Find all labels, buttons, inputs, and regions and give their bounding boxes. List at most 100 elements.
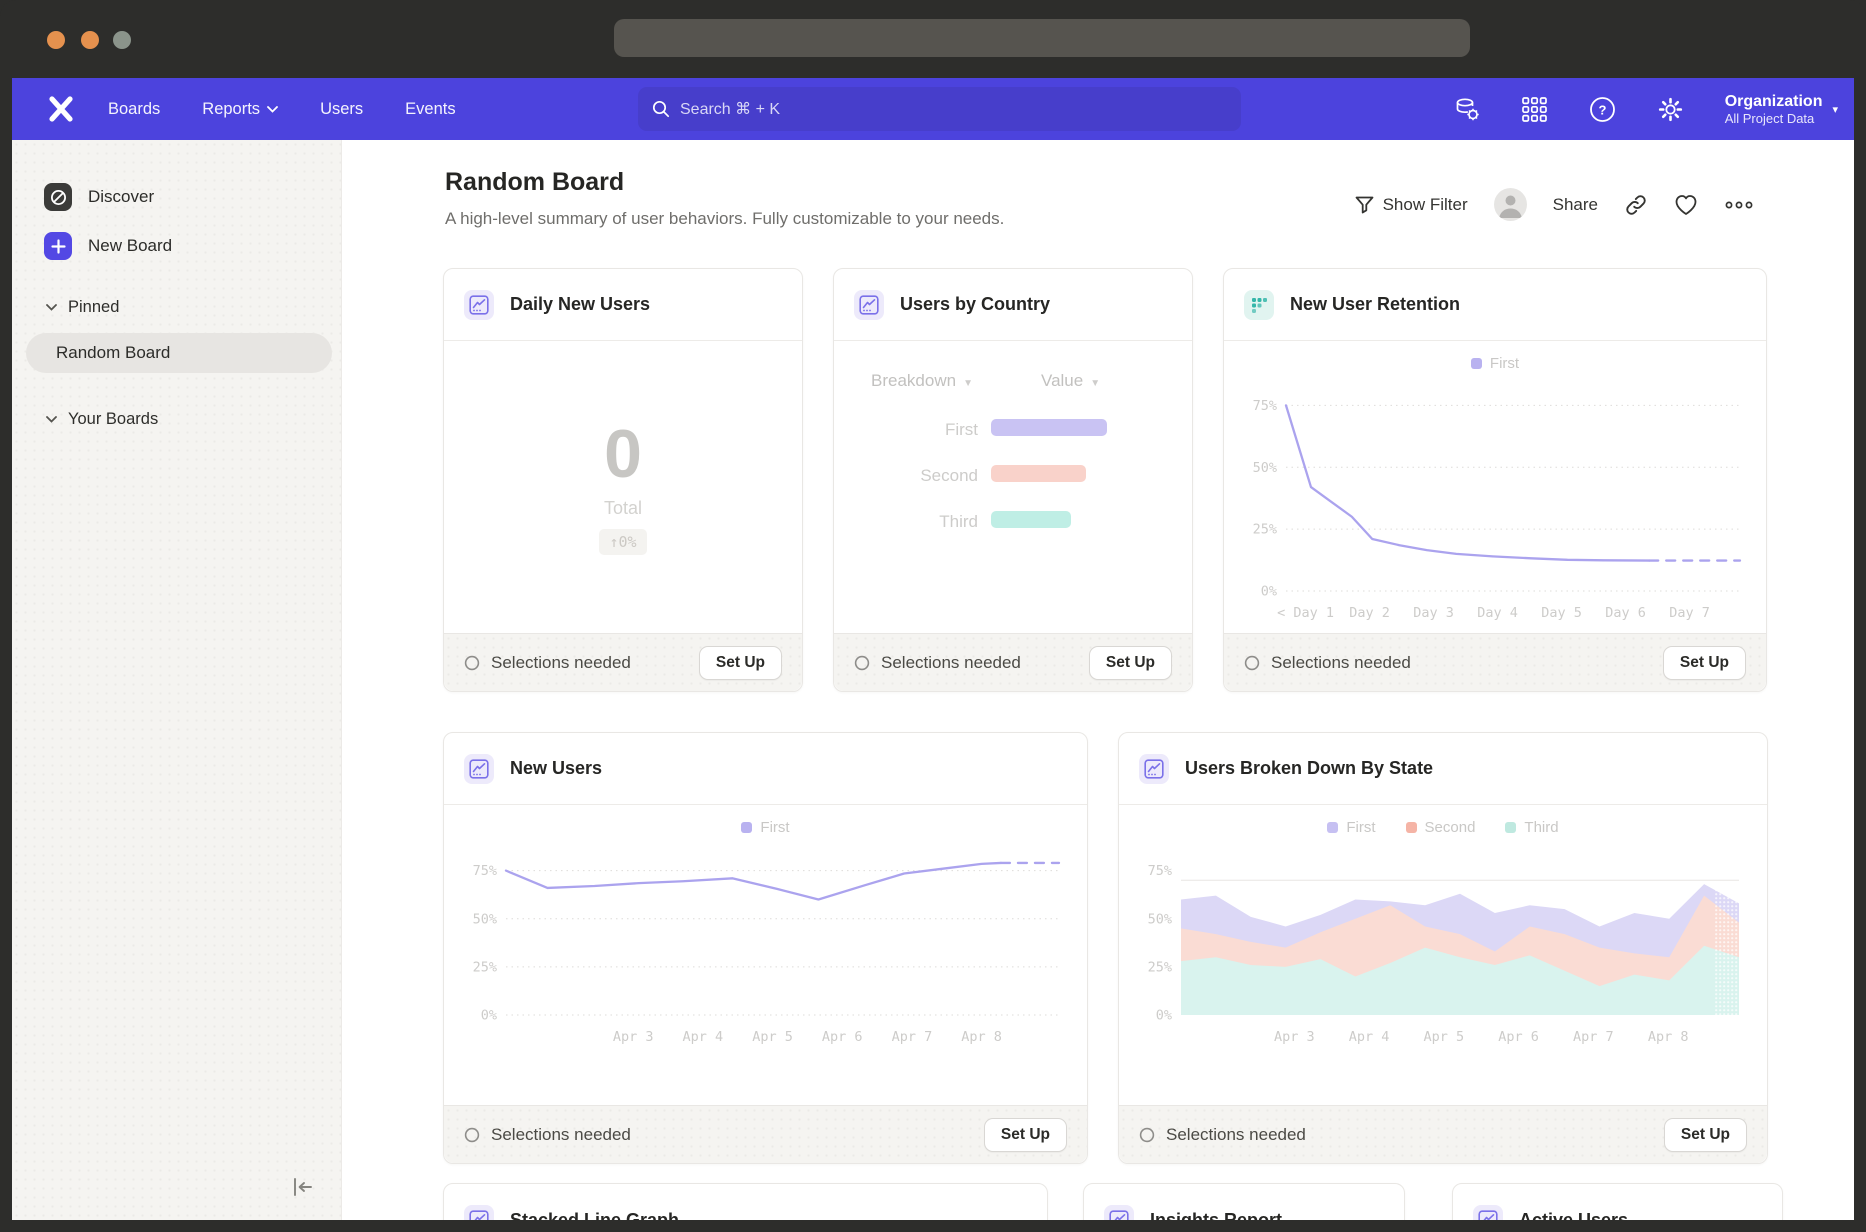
sidebar-item-discover[interactable]: Discover [44, 183, 154, 211]
share-button[interactable]: Share [1553, 195, 1598, 215]
new-users-line-chart: 75%50%25%0%Apr 3Apr 4Apr 5Apr 6Apr 7Apr … [456, 853, 1071, 1049]
svg-text:Apr 5: Apr 5 [752, 1029, 793, 1045]
help-icon[interactable]: ? [1589, 95, 1617, 123]
url-bar[interactable] [614, 19, 1470, 57]
retention-line-chart: 75%50%25%0%< Day 1Day 2Day 3Day 4Day 5Da… [1236, 385, 1752, 625]
svg-text:75%: 75% [1253, 398, 1277, 414]
retention-grid-icon [1244, 290, 1274, 320]
svg-text:75%: 75% [473, 863, 497, 879]
svg-text:50%: 50% [1253, 460, 1277, 476]
traffic-light-close[interactable] [47, 31, 65, 49]
nav-item-boards[interactable]: Boards [108, 100, 160, 119]
data-management-icon[interactable] [1453, 95, 1481, 123]
copy-link-icon[interactable] [1624, 193, 1648, 217]
set-up-button[interactable]: Set Up [984, 1118, 1067, 1152]
sidebar-item-new-board[interactable]: New Board [44, 232, 172, 260]
line-chart-icon [1473, 1205, 1503, 1220]
org-scope: All Project Data [1725, 111, 1823, 127]
collapse-sidebar-icon[interactable] [291, 1176, 315, 1198]
svg-text:Apr 4: Apr 4 [683, 1029, 724, 1045]
breakdown-dropdown[interactable]: Breakdown▼ [871, 371, 991, 391]
nav-item-reports[interactable]: Reports [202, 100, 278, 119]
state-stacked-area-chart: 75%50%25%0%Apr 3Apr 4Apr 5Apr 6Apr 7Apr … [1131, 853, 1751, 1049]
avatar[interactable] [1494, 188, 1527, 221]
chevron-down-icon [46, 304, 57, 311]
plus-icon [44, 232, 72, 260]
search-icon [652, 100, 670, 118]
bar-third [991, 511, 1071, 528]
svg-text:Apr 3: Apr 3 [1274, 1029, 1315, 1045]
mixpanel-logo-icon[interactable] [46, 94, 76, 124]
more-options-icon[interactable] [1724, 200, 1754, 210]
top-nav: Boards Reports Users Events Search ⌘ + K [12, 78, 1854, 140]
svg-text:< Day 1: < Day 1 [1277, 605, 1334, 621]
svg-text:0%: 0% [481, 1008, 497, 1024]
svg-text:Apr 4: Apr 4 [1349, 1029, 1390, 1045]
svg-text:Apr 6: Apr 6 [1498, 1029, 1539, 1045]
svg-text:50%: 50% [473, 911, 497, 927]
org-name: Organization [1725, 92, 1823, 111]
nav-item-events[interactable]: Events [405, 100, 455, 119]
set-up-button[interactable]: Set Up [1664, 1118, 1747, 1152]
line-chart-icon [464, 290, 494, 320]
traffic-light-zoom[interactable] [113, 31, 131, 49]
search-input[interactable]: Search ⌘ + K [638, 87, 1241, 131]
line-chart-icon [1139, 754, 1169, 784]
empty-circle-icon [464, 1127, 480, 1143]
card-title: Active Users [1519, 1210, 1628, 1221]
svg-text:Apr 6: Apr 6 [822, 1029, 863, 1045]
sidebar-section-your-boards[interactable]: Your Boards [46, 410, 158, 429]
table-row: First [871, 419, 1152, 441]
sidebar-item-random-board[interactable]: Random Board [26, 333, 332, 373]
apps-grid-icon[interactable] [1521, 95, 1549, 123]
nav-item-users[interactable]: Users [320, 100, 363, 119]
sidebar-section-pinned[interactable]: Pinned [46, 298, 119, 317]
card-active-users: Active Users [1452, 1183, 1783, 1220]
svg-text:Apr 7: Apr 7 [1573, 1029, 1614, 1045]
favorite-heart-icon[interactable] [1674, 194, 1698, 216]
card-stacked-line-graph: Stacked Line Graph [443, 1183, 1048, 1220]
window-bottom-edge [0, 1220, 1866, 1232]
page-title: Random Board [445, 168, 624, 197]
sidebar: Discover New Board Pinned Random Board Y… [12, 140, 342, 1220]
app-window: Boards Reports Users Events Search ⌘ + K [12, 78, 1854, 1220]
status-selections-needed: Selections needed [1244, 653, 1663, 673]
show-filter-button[interactable]: Show Filter [1355, 195, 1468, 215]
card-title: Stacked Line Graph [510, 1210, 679, 1221]
chart-legend: First [1224, 355, 1766, 372]
empty-circle-icon [1139, 1127, 1155, 1143]
card-users-by-state: Users Broken Down By State First Second … [1118, 732, 1768, 1164]
empty-circle-icon [464, 655, 480, 671]
line-chart-icon [1104, 1205, 1134, 1220]
value-dropdown[interactable]: Value▼ [991, 371, 1152, 391]
card-title: Users by Country [900, 294, 1050, 315]
svg-text:Day 6: Day 6 [1605, 605, 1646, 621]
metric-label: Total [604, 498, 642, 519]
chart-legend: First Second Third [1119, 819, 1767, 836]
line-chart-icon [464, 1205, 494, 1220]
line-chart-icon [464, 754, 494, 784]
chevron-down-icon: ▼ [1090, 378, 1100, 389]
set-up-button[interactable]: Set Up [699, 646, 782, 680]
set-up-button[interactable]: Set Up [1663, 646, 1746, 680]
empty-circle-icon [854, 655, 870, 671]
svg-text:Apr 8: Apr 8 [961, 1029, 1002, 1045]
chevron-down-icon [46, 416, 57, 423]
search-placeholder: Search ⌘ + K [680, 99, 780, 119]
card-title: Daily New Users [510, 294, 650, 315]
set-up-button[interactable]: Set Up [1089, 646, 1172, 680]
traffic-light-minimize[interactable] [81, 31, 99, 49]
empty-circle-icon [1244, 655, 1260, 671]
chevron-down-icon [267, 106, 278, 113]
svg-text:Day 7: Day 7 [1669, 605, 1710, 621]
org-switcher[interactable]: Organization All Project Data ▾ [1725, 92, 1838, 127]
settings-gear-icon[interactable] [1657, 95, 1685, 123]
metric-value: 0 [604, 420, 642, 488]
bar-second [991, 465, 1086, 482]
svg-text:25%: 25% [1148, 959, 1172, 975]
svg-text:Day 3: Day 3 [1413, 605, 1454, 621]
svg-text:?: ? [1599, 102, 1607, 117]
svg-text:Day 2: Day 2 [1349, 605, 1390, 621]
card-title: New Users [510, 758, 602, 779]
status-selections-needed: Selections needed [464, 1125, 984, 1145]
